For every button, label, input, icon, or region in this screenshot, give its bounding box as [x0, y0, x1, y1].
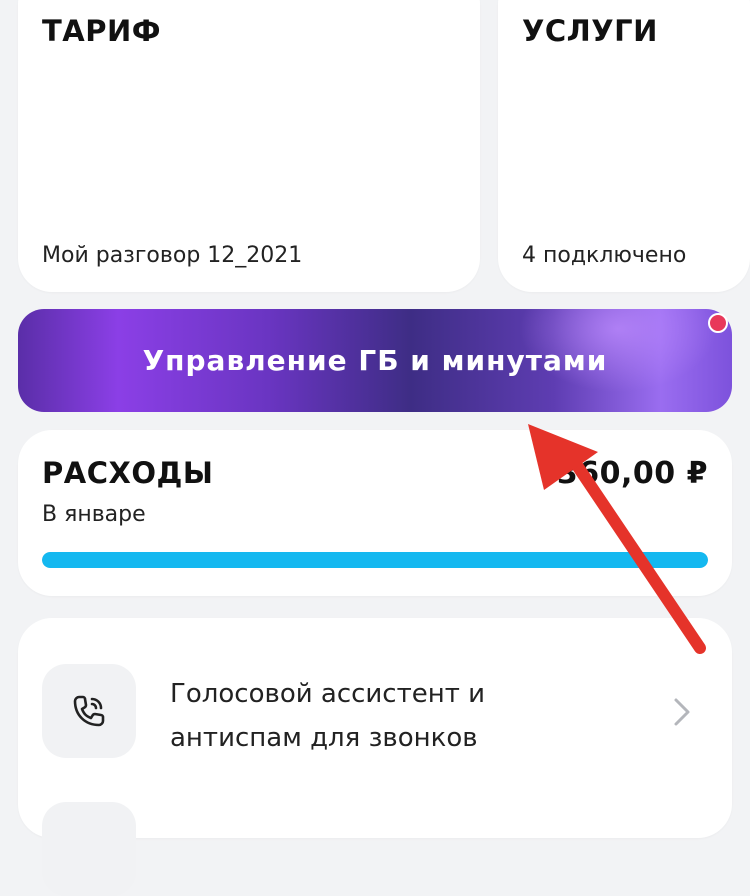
assistant-title: Голосовой ассистент и антиспам для звонк… [170, 672, 630, 760]
next-row-icon-tile [42, 802, 136, 896]
voice-assistant-row[interactable]: Голосовой ассистент и антиспам для звонк… [18, 618, 732, 896]
expenses-progress-fill [42, 552, 708, 568]
services-connected-count: 4 подключено [522, 243, 687, 268]
expenses-card[interactable]: РАСХОДЫ 360,00 ₽ В январе [18, 430, 732, 596]
tariff-title: ТАРИФ [42, 14, 162, 48]
expenses-amount: 360,00 ₽ [556, 456, 708, 491]
manage-gb-minutes-button[interactable]: Управление ГБ и минутами [18, 309, 732, 412]
phone-voice-icon [42, 664, 136, 758]
expenses-progress-bar [42, 552, 708, 568]
services-title: УСЛУГИ [522, 14, 658, 48]
tariff-plan-name: Мой разговор 12_2021 [42, 243, 303, 268]
expenses-title: РАСХОДЫ [42, 456, 214, 490]
services-card[interactable]: УСЛУГИ 4 подключено [498, 0, 750, 292]
chevron-right-icon [674, 698, 690, 726]
manage-gb-minutes-label: Управление ГБ и минутами [142, 344, 608, 377]
tariff-card[interactable]: ТАРИФ Мой разговор 12_2021 [18, 0, 480, 292]
expenses-period: В январе [42, 502, 146, 527]
notification-dot [708, 313, 728, 333]
assistant-title-line1: Голосовой ассистент и [170, 679, 486, 709]
assistant-title-line2: антиспам для звонков [170, 723, 478, 753]
